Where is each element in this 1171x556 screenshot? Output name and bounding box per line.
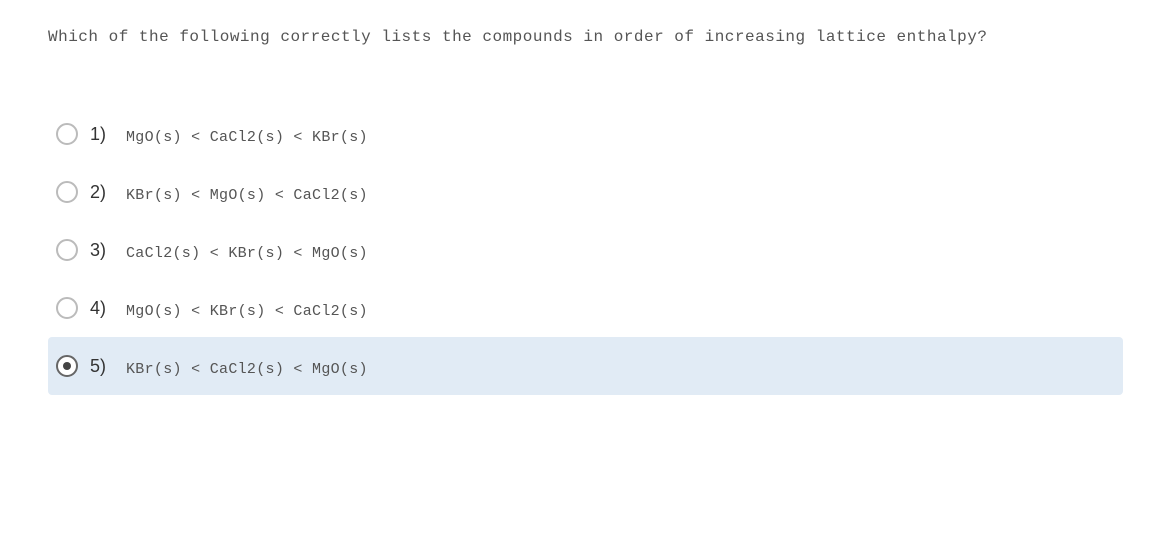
- option-text: KBr(s) < CaCl2(s) < MgO(s): [126, 361, 368, 378]
- option-text: MgO(s) < KBr(s) < CaCl2(s): [126, 303, 368, 320]
- option-4[interactable]: 4) MgO(s) < KBr(s) < CaCl2(s): [48, 279, 1123, 337]
- option-text: MgO(s) < CaCl2(s) < KBr(s): [126, 129, 368, 146]
- options-container: 1) MgO(s) < CaCl2(s) < KBr(s) 2) KBr(s) …: [48, 105, 1123, 395]
- radio-icon: [56, 123, 78, 145]
- radio-icon: [56, 297, 78, 319]
- radio-icon: [56, 355, 78, 377]
- option-number: 3): [90, 240, 110, 261]
- radio-icon: [56, 181, 78, 203]
- option-text: CaCl2(s) < KBr(s) < MgO(s): [126, 245, 368, 262]
- question-text: Which of the following correctly lists t…: [48, 20, 1123, 55]
- option-number: 4): [90, 298, 110, 319]
- option-number: 2): [90, 182, 110, 203]
- option-number: 1): [90, 124, 110, 145]
- option-text: KBr(s) < MgO(s) < CaCl2(s): [126, 187, 368, 204]
- option-number: 5): [90, 356, 110, 377]
- option-5[interactable]: 5) KBr(s) < CaCl2(s) < MgO(s): [48, 337, 1123, 395]
- option-2[interactable]: 2) KBr(s) < MgO(s) < CaCl2(s): [48, 163, 1123, 221]
- option-3[interactable]: 3) CaCl2(s) < KBr(s) < MgO(s): [48, 221, 1123, 279]
- radio-icon: [56, 239, 78, 261]
- option-1[interactable]: 1) MgO(s) < CaCl2(s) < KBr(s): [48, 105, 1123, 163]
